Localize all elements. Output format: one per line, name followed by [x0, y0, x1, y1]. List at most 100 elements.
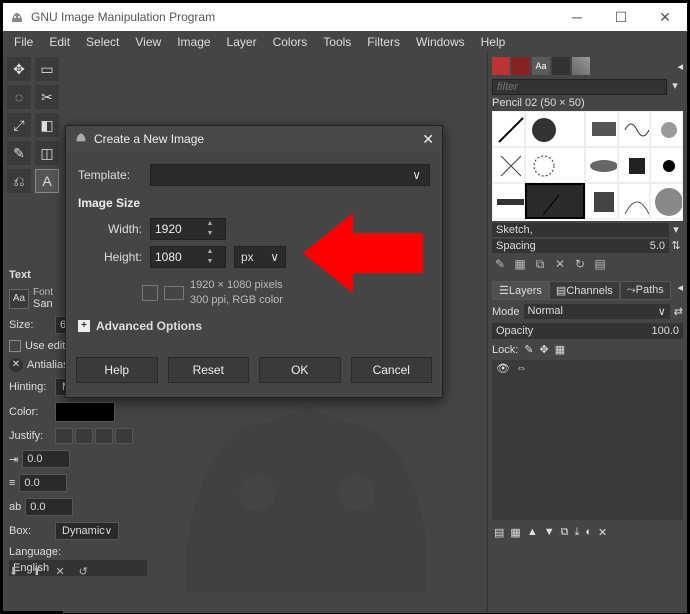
tab-layers[interactable]: ☰Layers	[492, 281, 549, 300]
new-brush-icon[interactable]: ▦	[512, 257, 528, 273]
lasso-tool-icon[interactable]: ◌	[7, 85, 31, 109]
height-label: Height:	[90, 250, 142, 264]
brush-tool-icon[interactable]: ✎	[7, 141, 31, 165]
reset-options-icon[interactable]: ↺	[79, 565, 88, 578]
text-color-swatch[interactable]	[55, 402, 115, 422]
crop-tool-icon[interactable]: ✂	[35, 85, 59, 109]
brush-category-select[interactable]: Sketch,	[492, 223, 669, 237]
use-editor-checkbox[interactable]	[9, 340, 21, 352]
menu-select[interactable]: Select	[79, 33, 126, 51]
window-title: GNU Image Manipulation Program	[31, 10, 555, 24]
mask-layer-icon[interactable]: ◐	[585, 526, 592, 539]
height-up[interactable]: ▲	[203, 247, 217, 257]
history-tab-icon[interactable]	[552, 57, 570, 75]
transform-tool-icon[interactable]: ⤢	[7, 113, 31, 137]
duplicate-brush-icon[interactable]: ⧉	[532, 257, 548, 273]
menu-colors[interactable]: Colors	[266, 33, 315, 51]
blend-mode-select[interactable]: Normal∨	[524, 304, 670, 319]
menu-layer[interactable]: Layer	[220, 33, 264, 51]
dock-menu-icon[interactable]: ◂	[677, 60, 683, 73]
justify-fill-button[interactable]	[115, 428, 133, 444]
fonts-tab-icon[interactable]: Aa	[532, 57, 550, 75]
justify-center-button[interactable]	[95, 428, 113, 444]
minimize-button[interactable]: ─	[555, 3, 599, 31]
mode-switch-icon[interactable]: ⇄	[674, 305, 683, 318]
clone-tool-icon[interactable]: ⎌	[7, 169, 31, 193]
menu-windows[interactable]: Windows	[409, 33, 472, 51]
width-down[interactable]: ▼	[203, 229, 217, 239]
brush-filter-input[interactable]	[492, 79, 667, 95]
link-icon[interactable]: ⇔	[516, 362, 527, 375]
merge-layer-icon[interactable]: ⤓	[574, 526, 579, 539]
landscape-icon[interactable]	[164, 286, 184, 300]
lower-layer-icon[interactable]: ▼	[544, 526, 555, 539]
spacing-spinner[interactable]: ⇅	[669, 239, 683, 253]
duplicate-layer-icon[interactable]: ⧉	[561, 526, 569, 539]
advanced-options-toggle[interactable]: + Advanced Options	[78, 319, 430, 333]
restore-options-icon[interactable]: ⬆	[32, 565, 41, 578]
menu-edit[interactable]: Edit	[42, 33, 77, 51]
layer-list[interactable]: 👁 ⇔	[492, 360, 683, 520]
box-mode-select[interactable]: Dynamic∨	[55, 522, 119, 540]
portrait-icon[interactable]	[142, 285, 158, 301]
height-down[interactable]: ▼	[203, 257, 217, 267]
visibility-icon[interactable]: 👁	[496, 362, 510, 375]
lock-label: Lock:	[492, 344, 518, 356]
font-name[interactable]: San	[33, 298, 53, 310]
width-input[interactable]: ▲▼	[150, 218, 226, 240]
lock-position-icon[interactable]: ✥	[540, 343, 549, 356]
eraser-tool-icon[interactable]: ◫	[35, 141, 59, 165]
open-brush-icon[interactable]: ▤	[592, 257, 608, 273]
patterns-tab-icon[interactable]	[512, 57, 530, 75]
tab-paths[interactable]: ⤳Paths	[620, 281, 671, 300]
delete-brush-icon[interactable]: ✕	[552, 257, 568, 273]
opacity-slider[interactable]: Opacity 100.0	[492, 323, 683, 339]
menu-filters[interactable]: Filters	[360, 33, 407, 51]
ok-button[interactable]: OK	[259, 357, 341, 383]
bucket-tool-icon[interactable]: ◧	[35, 113, 59, 137]
menu-view[interactable]: View	[128, 33, 168, 51]
font-preview-icon[interactable]: Aa	[9, 289, 29, 309]
reset-button[interactable]: Reset	[168, 357, 250, 383]
layers-menu-icon[interactable]: ◂	[677, 281, 683, 300]
brushes-tab-icon[interactable]	[492, 57, 510, 75]
lock-alpha-icon[interactable]: ▦	[555, 343, 565, 356]
width-up[interactable]: ▲	[203, 219, 217, 229]
lock-pixels-icon[interactable]: ✎	[524, 343, 533, 356]
help-button[interactable]: Help	[76, 357, 158, 383]
unit-select[interactable]: px∨	[234, 246, 286, 268]
delete-layer-icon[interactable]: ✕	[598, 526, 607, 539]
dialog-close-button[interactable]: ✕	[422, 131, 434, 148]
chevron-down-icon[interactable]: ▾	[669, 223, 683, 237]
refresh-brush-icon[interactable]: ↻	[572, 257, 588, 273]
raise-layer-icon[interactable]: ▲	[527, 526, 538, 539]
rect-select-tool-icon[interactable]: ▭	[35, 57, 59, 81]
save-options-icon[interactable]: ⬇	[9, 565, 18, 578]
menu-file[interactable]: File	[7, 33, 40, 51]
letter-spacing-input[interactable]	[25, 498, 73, 516]
antialias-toggle[interactable]: ✕	[9, 358, 23, 372]
height-input[interactable]: ▲▼	[150, 246, 226, 268]
maximize-button[interactable]: ☐	[599, 3, 643, 31]
filter-menu-icon[interactable]: ▾	[667, 79, 683, 95]
brush-grid[interactable]	[492, 111, 683, 221]
gradients-tab-icon[interactable]	[572, 57, 590, 75]
menu-help[interactable]: Help	[474, 33, 513, 51]
spacing-value[interactable]: 5.0	[646, 239, 669, 253]
move-tool-icon[interactable]: ✥	[7, 57, 31, 81]
menu-tools[interactable]: Tools	[316, 33, 358, 51]
new-layer-icon[interactable]: ▤	[494, 526, 504, 539]
tab-channels[interactable]: ▤Channels	[549, 281, 620, 300]
text-tool-icon[interactable]: A	[35, 169, 59, 193]
justify-right-button[interactable]	[75, 428, 93, 444]
line-spacing-input[interactable]	[19, 474, 67, 492]
indent-input[interactable]	[22, 450, 70, 468]
cancel-button[interactable]: Cancel	[351, 357, 433, 383]
edit-brush-icon[interactable]: ✎	[492, 257, 508, 273]
close-button[interactable]: ✕	[643, 3, 687, 31]
justify-left-button[interactable]	[55, 428, 73, 444]
menu-image[interactable]: Image	[170, 33, 217, 51]
template-select[interactable]: ∨	[150, 164, 430, 186]
layer-group-icon[interactable]: ▦	[510, 526, 520, 539]
delete-options-icon[interactable]: ✕	[55, 565, 64, 578]
